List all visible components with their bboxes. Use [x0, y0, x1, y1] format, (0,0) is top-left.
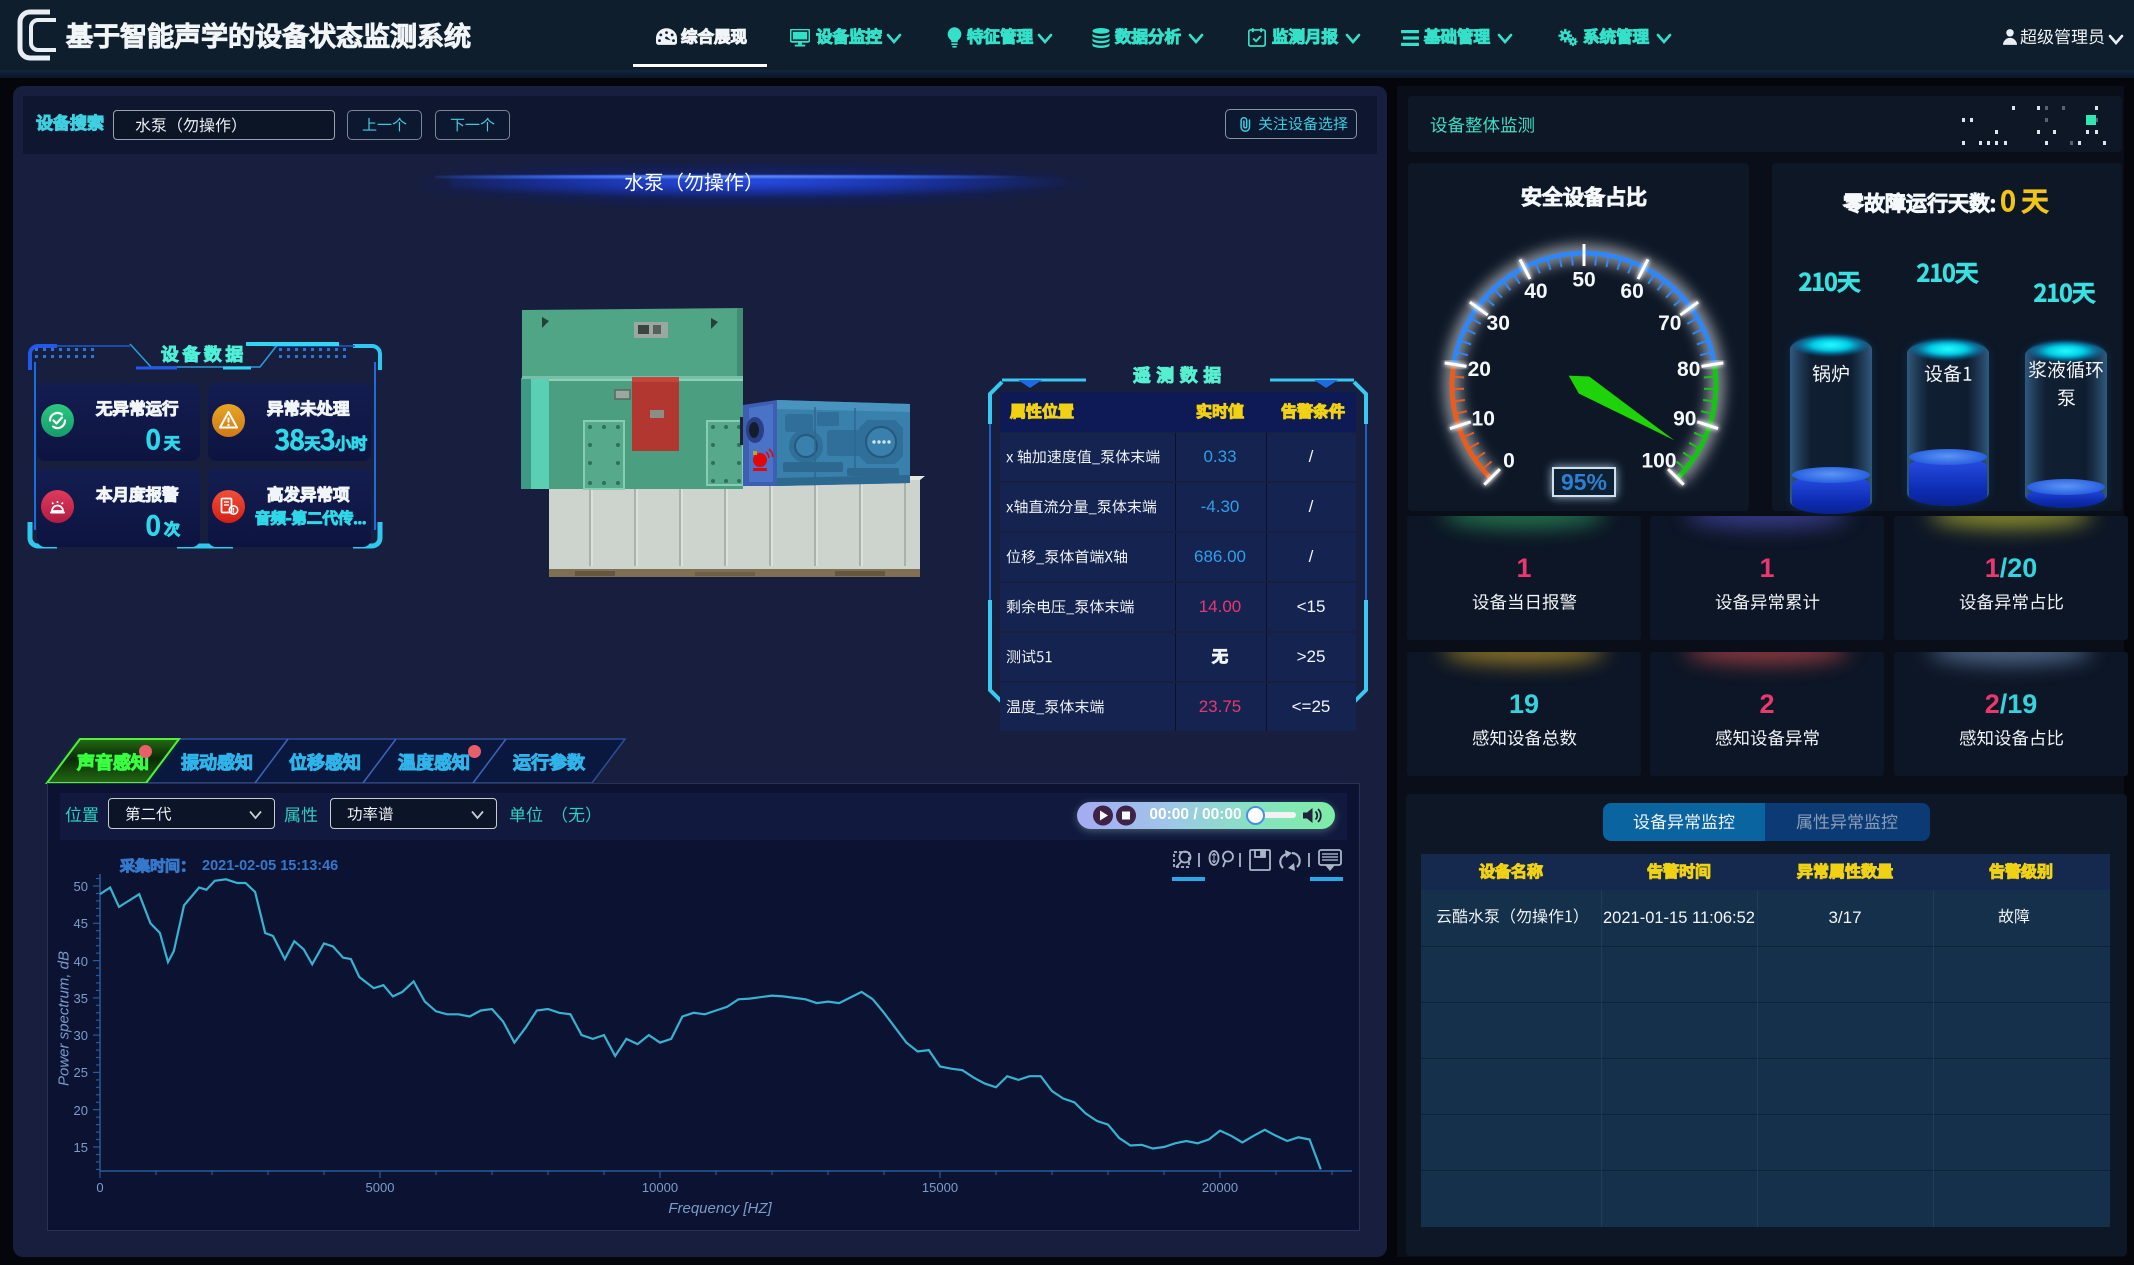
svg-text:40: 40: [1524, 280, 1547, 303]
svg-text:80: 80: [1677, 358, 1700, 381]
svg-text:50: 50: [1572, 269, 1595, 292]
svg-text:30: 30: [1487, 312, 1510, 335]
svg-text:100: 100: [1641, 450, 1676, 473]
svg-text:20: 20: [1468, 358, 1491, 381]
svg-text:10: 10: [1472, 407, 1495, 430]
svg-text:90: 90: [1673, 407, 1696, 430]
svg-text:0: 0: [1503, 450, 1515, 473]
svg-text:60: 60: [1620, 280, 1643, 303]
svg-text:70: 70: [1658, 312, 1681, 335]
